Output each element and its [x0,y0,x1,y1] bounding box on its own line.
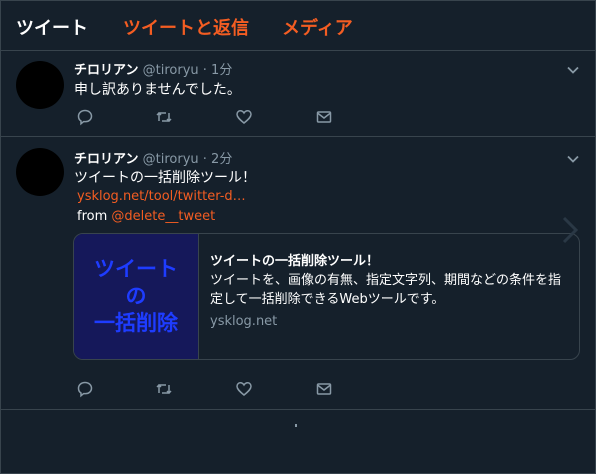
link-card[interactable]: ツイート の 一括削除 ツイートの一括削除ツール！ ツイートを、画像の有無、指定… [73,233,580,360]
card-image-line: ツイート [94,257,178,281]
from-label: from [77,209,108,224]
reply-icon[interactable] [76,108,96,128]
tweet-text: 申し訳ありませんでした。 [74,82,241,98]
tab-tweets-and-replies[interactable]: ツイートと返信 [123,14,249,40]
tweet-header: チロリアン @tiroryu · 2分 [74,148,232,167]
display-name[interactable]: チロリアン [74,63,138,78]
tweet-1[interactable]: チロリアン @tiroryu · 1分 申し訳ありませんでした。 [0,50,596,137]
tweet-actions [74,108,374,128]
card-title: ツイートの一括削除ツール！ [210,254,380,269]
envelope-icon[interactable] [315,108,335,128]
handle[interactable]: @tiroryu [143,63,199,78]
chevron-down-icon[interactable] [566,62,580,76]
tab-media[interactable]: メディア [282,14,353,40]
tweet-actions [74,380,374,400]
tweet-header: チロリアン @tiroryu · 1分 [74,59,232,78]
tweet-text: ツイートの一括削除ツール！ [74,170,256,186]
chevron-down-icon[interactable] [566,151,580,165]
handle[interactable]: @tiroryu [143,152,199,167]
chevron-right-icon [560,215,580,245]
tweet-source: from @delete__tweet [77,209,215,224]
separator-dot: · [202,152,207,167]
retweet-icon[interactable] [155,108,175,128]
mention-link[interactable]: @delete__tweet [111,209,215,224]
tab-tweets[interactable]: ツイート [16,14,88,40]
separator-dot: · [202,63,207,78]
card-description: ツイートを、画像の有無、指定文字列、期間などの条件を指定して一括削除できるWeb… [210,273,562,307]
display-name[interactable]: チロリアン [74,152,138,167]
profile-tabs: ツイート ツイートと返信 メディア [0,0,596,51]
card-image-line: の [125,284,147,308]
timestamp[interactable]: 2分 [211,152,232,167]
avatar[interactable] [16,61,64,109]
loading-indicator [295,424,297,427]
timestamp[interactable]: 1分 [211,63,232,78]
card-image[interactable]: ツイート の 一括削除 [74,234,199,359]
heart-icon[interactable] [235,380,255,400]
avatar[interactable] [16,148,64,196]
card-image-line: 一括削除 [94,311,178,335]
retweet-icon[interactable] [155,380,175,400]
heart-icon[interactable] [235,108,255,128]
reply-icon[interactable] [76,380,96,400]
tweet-link[interactable]: ysklog.net/tool/twitter-d… [77,189,246,204]
card-domain: ysklog.net [210,314,278,329]
envelope-icon[interactable] [315,380,335,400]
